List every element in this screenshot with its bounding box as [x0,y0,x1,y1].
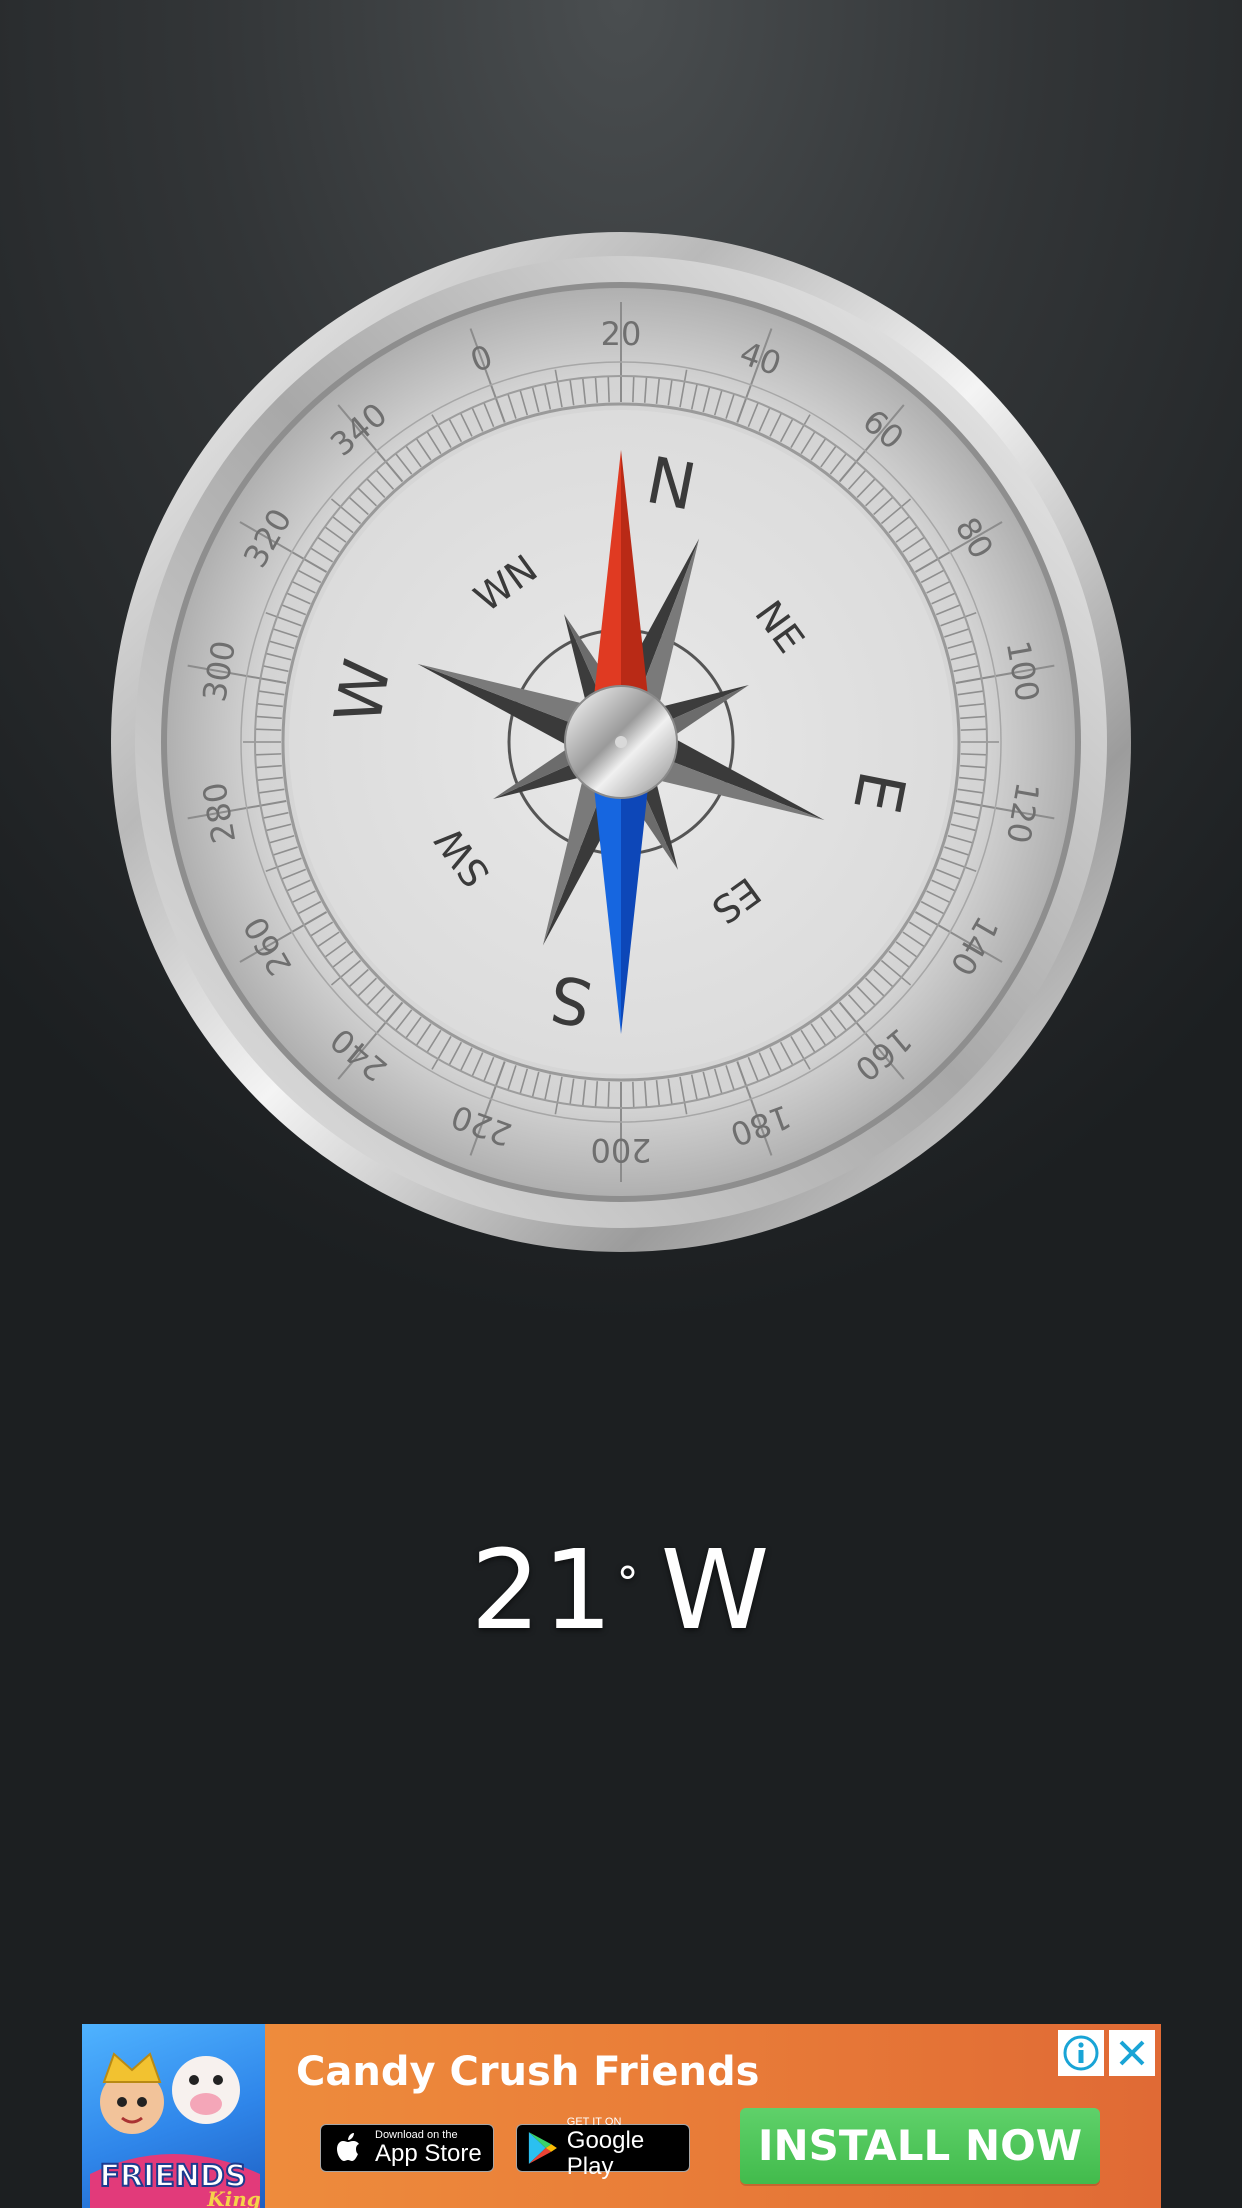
google-play-badge[interactable]: GET IT ON Google Play [516,2116,690,2180]
degree-symbol: ° [616,1558,641,1609]
ad-art-brand: King [206,2187,261,2208]
degree-label: 200 [590,1131,651,1169]
ad-close-button[interactable] [1109,2030,1155,2076]
heading-value: 21 [470,1526,615,1654]
degree-label: 20 [601,315,642,353]
ad-info-button[interactable] [1058,2030,1104,2076]
game-characters-icon: FRIENDS King [90,2052,261,2208]
heading-direction: W [660,1526,772,1654]
app-store-badge[interactable]: Download on the App Store [320,2124,494,2172]
heading-readout: 21° W [0,1530,1242,1650]
info-icon [1063,2035,1099,2071]
google-play-big-text: Google Play [566,2127,645,2180]
google-play-icon [528,2132,557,2164]
ad-banner[interactable]: FRIENDS King Candy Crush Friends Downloa… [82,2024,1161,2208]
app-store-big-text: App Store [375,2140,482,2167]
close-icon [1119,2040,1145,2066]
compass-dial: 020 4060801001201401601802002202402602803… [111,232,1131,1252]
apple-icon [337,2133,359,2161]
install-now-button[interactable]: INSTALL NOW [740,2108,1100,2184]
ad-game-art[interactable]: FRIENDS King [82,2024,265,2208]
ad-title[interactable]: Candy Crush Friends [296,2044,759,2100]
needle-pivot [615,736,627,748]
